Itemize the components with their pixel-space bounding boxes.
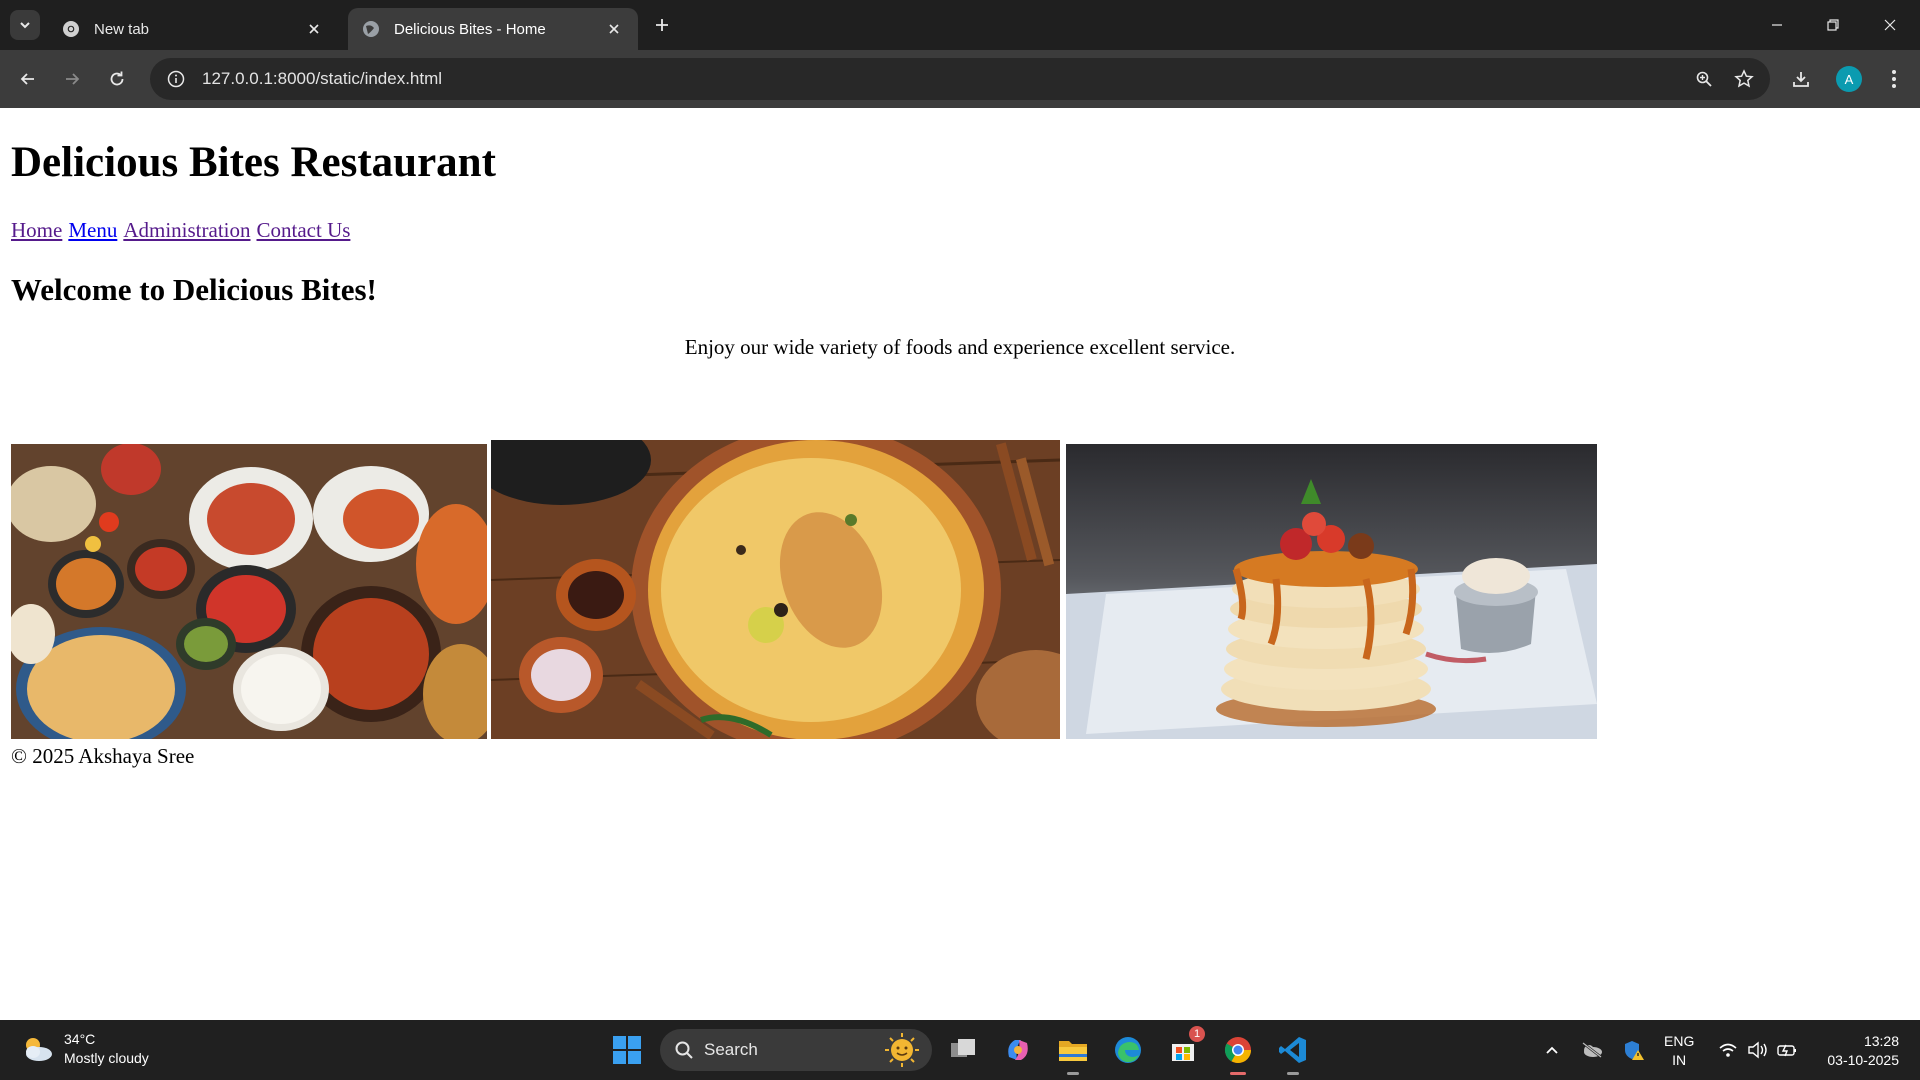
volume-status[interactable]: [1746, 1038, 1770, 1062]
onedrive-status[interactable]: [1580, 1038, 1604, 1062]
downloads-button[interactable]: [1787, 65, 1815, 93]
tab-title: Delicious Bites - Home: [394, 20, 546, 38]
site-info-icon[interactable]: [164, 67, 188, 91]
nav-link-administration[interactable]: Administration: [123, 218, 250, 242]
language-code: ENG: [1664, 1033, 1695, 1049]
close-window-button[interactable]: [1877, 12, 1903, 38]
clock[interactable]: 13:28 03-10-2025: [1815, 1032, 1899, 1070]
vscode-icon: [1279, 1037, 1306, 1063]
welcome-heading: Welcome to Delicious Bites!: [11, 272, 377, 307]
web-page-content: Delicious Bites Restaurant Home Menu Admin…: [0, 108, 1920, 1020]
file-explorer-button[interactable]: [1057, 1034, 1089, 1075]
close-icon: [1884, 19, 1896, 31]
pancakes-photo: [1066, 444, 1597, 739]
download-icon: [1793, 72, 1809, 87]
battery-status[interactable]: [1775, 1038, 1799, 1062]
taskbar-search-box[interactable]: Search: [660, 1029, 932, 1071]
more-vertical-icon: [1892, 70, 1896, 88]
security-status[interactable]: [1622, 1038, 1646, 1062]
search-icon: [675, 1041, 693, 1059]
footer-copyright: © 2025 Akshaya Sree: [11, 744, 195, 768]
close-icon[interactable]: [604, 19, 624, 39]
chrome-button[interactable]: [1222, 1034, 1254, 1075]
cloud-off-icon: [1582, 1042, 1602, 1058]
restore-icon: [1827, 19, 1839, 31]
reload-button[interactable]: [103, 65, 131, 93]
sun-doodle-icon: [885, 1033, 919, 1067]
browser-menu-button[interactable]: [1880, 65, 1908, 93]
browser-toolbar: 127.0.0.1:8000/static/index.html A: [0, 50, 1920, 108]
wifi-status[interactable]: [1716, 1038, 1740, 1062]
intro-text: Enjoy our wide variety of foods and expe…: [684, 335, 1236, 359]
weather-condition: Mostly cloudy: [64, 1050, 149, 1066]
show-hidden-icons-button[interactable]: [1540, 1038, 1564, 1062]
biryani-photo: [491, 440, 1060, 739]
tab-delicious-bites[interactable]: Delicious Bites - Home: [348, 8, 638, 50]
profile-avatar[interactable]: A: [1836, 66, 1862, 92]
language-indicator[interactable]: ENG IN: [1664, 1032, 1694, 1070]
start-button[interactable]: [611, 1034, 643, 1066]
site-title: Delicious Bites Restaurant: [11, 139, 496, 186]
arrow-left-icon: [20, 73, 34, 85]
active-indicator: [1230, 1072, 1246, 1075]
minimize-button[interactable]: [1764, 12, 1790, 38]
windows-logo-icon: [613, 1036, 641, 1064]
new-tab-button[interactable]: [650, 13, 674, 37]
globe-icon: [363, 21, 379, 37]
browser-tab-strip: New tab Delicious Bites - Home: [0, 0, 1920, 50]
bookmark-star-icon[interactable]: [1730, 65, 1758, 93]
taskbar: 34°C Mostly cloudy Search 1 ENG IN 13:28…: [0, 1020, 1920, 1080]
running-indicator: [1287, 1072, 1299, 1075]
minimize-icon: [1772, 24, 1782, 26]
notification-badge: 1: [1189, 1026, 1205, 1042]
weather-temperature: 34°C: [64, 1031, 96, 1047]
tab-title: New tab: [94, 20, 150, 38]
vscode-button[interactable]: [1277, 1034, 1309, 1075]
close-icon[interactable]: [304, 19, 324, 39]
shield-warning-icon: [1625, 1041, 1644, 1060]
clock-time: 13:28: [1863, 1033, 1899, 1049]
restore-button[interactable]: [1820, 12, 1846, 38]
copilot-icon: [1008, 1040, 1028, 1060]
edge-icon: [1115, 1037, 1141, 1063]
arrow-right-icon: [66, 73, 80, 85]
nav-link-home[interactable]: Home: [11, 218, 62, 242]
running-indicator: [1067, 1072, 1079, 1075]
forward-button[interactable]: [58, 65, 86, 93]
copilot-button[interactable]: [1002, 1034, 1034, 1066]
chrome-icon: [1224, 1037, 1252, 1064]
tab-search-button[interactable]: [10, 10, 40, 40]
chevron-up-icon: [1546, 1046, 1558, 1054]
task-view-button[interactable]: [947, 1034, 979, 1066]
clock-date: 03-10-2025: [1827, 1052, 1899, 1068]
region-code: IN: [1672, 1052, 1687, 1068]
chrome-icon: [63, 21, 79, 37]
wifi-icon: [1719, 1043, 1737, 1057]
back-button[interactable]: [14, 65, 42, 93]
folder-icon: [1059, 1041, 1087, 1061]
site-navigation: Home Menu Administration Contact Us: [11, 218, 356, 243]
edge-button[interactable]: [1112, 1034, 1144, 1066]
cloudy-weather-icon: [26, 1038, 52, 1061]
microsoft-store-button[interactable]: 1: [1167, 1026, 1205, 1066]
speaker-icon: [1748, 1041, 1767, 1059]
address-bar[interactable]: 127.0.0.1:8000/static/index.html: [150, 58, 1770, 100]
indian-food-spread-photo: [11, 444, 487, 739]
url-text[interactable]: 127.0.0.1:8000/static/index.html: [202, 69, 1690, 89]
search-label: Search: [704, 1040, 758, 1059]
task-view-icon: [951, 1039, 975, 1057]
chevron-down-icon: [20, 22, 30, 29]
reload-icon: [110, 71, 124, 86]
plus-icon: [656, 19, 668, 31]
weather-widget[interactable]: 34°C Mostly cloudy: [20, 1030, 149, 1068]
battery-charging-icon: [1777, 1044, 1796, 1057]
nav-link-contact-us[interactable]: Contact Us: [257, 218, 351, 242]
nav-link-menu[interactable]: Menu: [68, 218, 117, 242]
zoom-icon[interactable]: [1690, 65, 1718, 93]
tab-new-tab[interactable]: New tab: [48, 8, 338, 50]
